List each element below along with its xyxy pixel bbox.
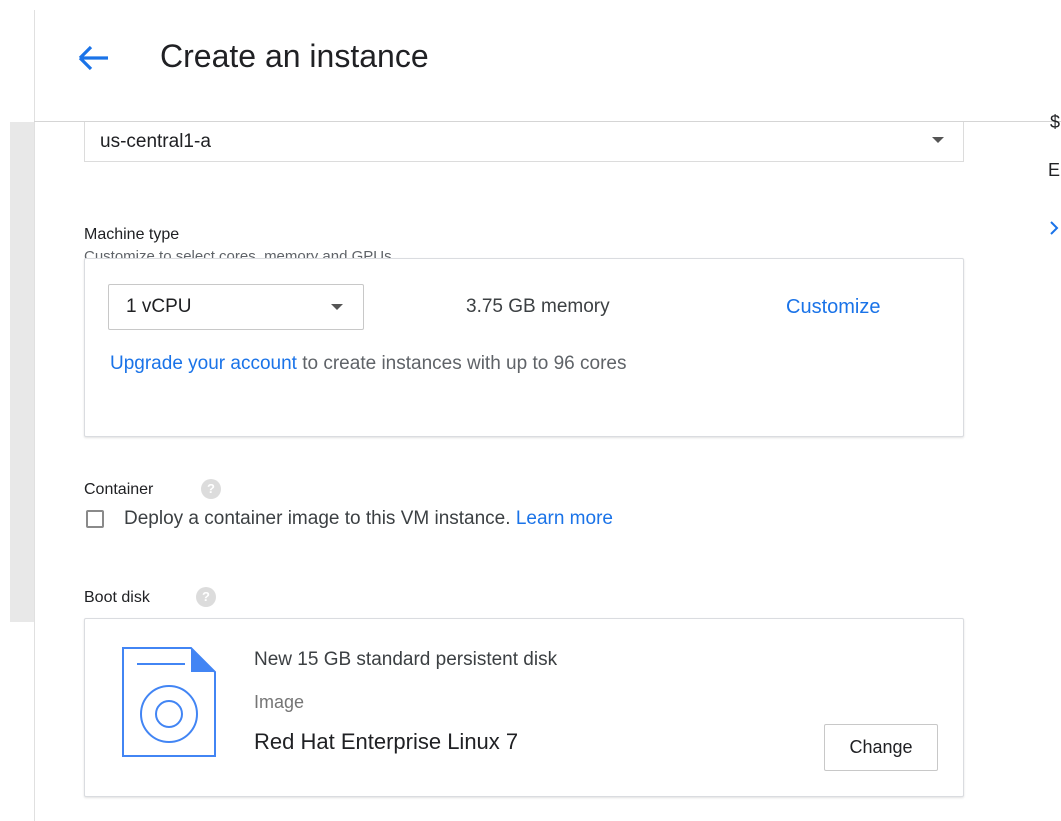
right-panel-text-1: $ [1050,112,1061,132]
deploy-container-checkbox[interactable] [86,510,104,528]
upgrade-text: to create instances with up to 96 cores [296,353,627,374]
image-name: Red Hat Enterprise Linux 7 [254,729,519,754]
left-nav-strip [10,122,34,622]
container-checkbox-text: Deploy a container image to this VM inst… [124,508,516,529]
change-button[interactable]: Change [824,724,938,771]
container-label: Container [84,481,154,498]
right-panel-text-2: E [1048,160,1061,180]
learn-more-link[interactable]: Learn more [516,508,613,529]
customize-button[interactable]: Customize [786,295,880,319]
upgrade-account-link[interactable]: Upgrade your account [110,353,297,374]
chevron-icon [1050,218,1061,238]
upgrade-line: Upgrade your account to create instances… [110,352,626,376]
disk-image-icon [121,646,217,758]
dropdown-caret-icon [932,137,944,143]
left-divider [34,10,35,821]
disk-description: New 15 GB standard persistent disk [254,649,558,670]
help-icon[interactable]: ? [201,479,221,499]
boot-disk-label: Boot disk [84,589,150,606]
container-checkbox-label: Deploy a container image to this VM inst… [124,507,613,531]
machine-type-label: Machine type [84,226,180,243]
image-label: Image [254,692,305,712]
cores-select-value: 1 vCPU [126,296,192,317]
page-title: Create an instance [160,38,429,74]
help-icon[interactable]: ? [196,587,216,607]
memory-value: 3.75 GB memory [466,296,610,317]
back-arrow-icon[interactable] [74,40,114,76]
dropdown-caret-icon [331,304,343,310]
zone-select-value: us-central1-a [100,131,211,152]
zone-select[interactable] [84,122,964,162]
